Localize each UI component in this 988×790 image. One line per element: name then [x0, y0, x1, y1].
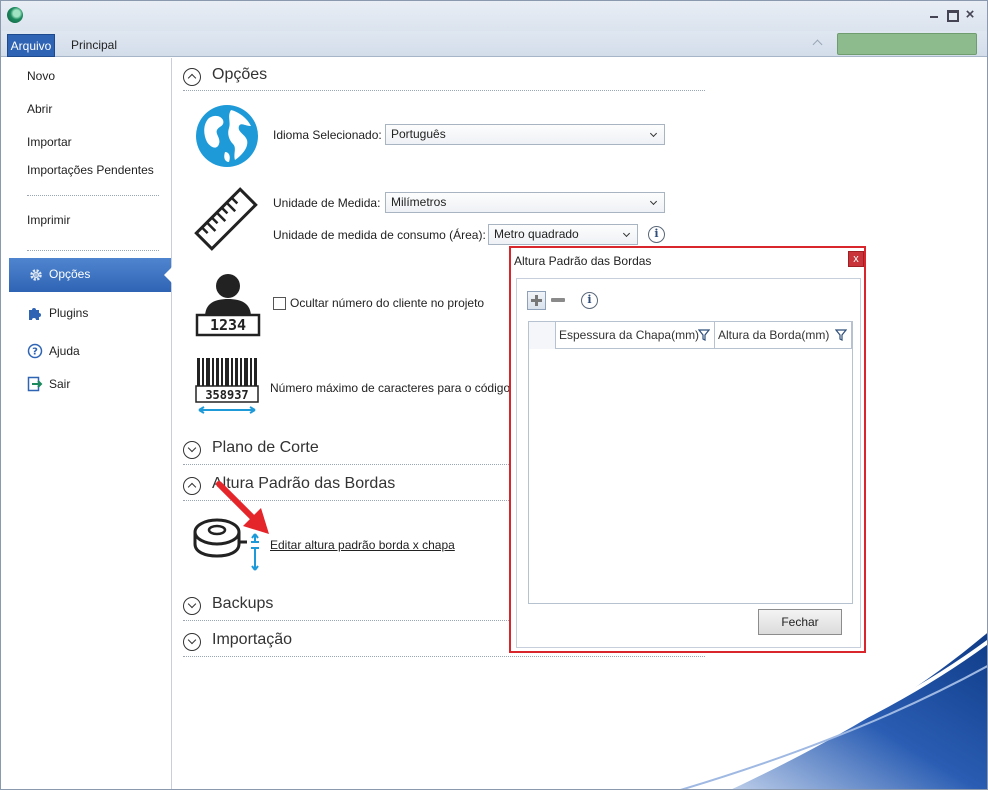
gear-icon: [30, 269, 42, 281]
hide-client-number-checkbox[interactable]: [273, 297, 286, 310]
status-indicator: [837, 33, 977, 55]
collapse-icon: [183, 68, 201, 86]
column-altura[interactable]: Altura da Borda(mm): [715, 322, 852, 349]
chevron-down-icon: [649, 129, 658, 138]
help-icon: ?: [27, 343, 43, 359]
title-bar: ×: [1, 1, 987, 31]
menu-divider: [27, 195, 159, 196]
menu-item-novo[interactable]: Novo: [27, 66, 55, 86]
section-divider: [183, 656, 705, 657]
edge-height-grid[interactable]: Espessura da Chapa(mm) Altura da Borda(m…: [528, 321, 853, 604]
section-title: Backups: [212, 595, 274, 612]
column-label: Altura da Borda(mm): [718, 328, 830, 342]
info-icon[interactable]: i: [581, 292, 598, 309]
section-title: Importação: [212, 631, 293, 648]
minimize-icon[interactable]: [926, 8, 942, 22]
annotation-arrow-icon: [216, 481, 269, 534]
application-window: × Arquivo Principal Novo Abrir Importar …: [0, 0, 988, 790]
section-title: Opções: [212, 66, 268, 83]
chevron-down-icon: [622, 229, 631, 238]
edge-height-dialog: Altura Padrão das Bordas x i Espessura d…: [509, 246, 866, 653]
menu-item-sair[interactable]: Sair: [27, 374, 70, 394]
selected-arrow: [164, 267, 172, 283]
svg-text:?: ?: [32, 347, 38, 358]
dialog-close-button[interactable]: x: [848, 251, 864, 267]
filter-icon[interactable]: [835, 329, 847, 341]
expand-icon: [183, 597, 201, 615]
close-window-button[interactable]: ×: [962, 7, 978, 22]
menu-item-ajuda[interactable]: ? Ajuda: [27, 341, 80, 361]
tab-principal[interactable]: Principal: [65, 34, 123, 57]
menu-item-abrir[interactable]: Abrir: [27, 99, 52, 119]
client-id-badge: 1234: [209, 316, 247, 334]
menu-item-importar[interactable]: Importar: [27, 132, 72, 152]
info-icon[interactable]: i: [648, 226, 665, 243]
measure-select[interactable]: Milímetros: [385, 192, 665, 213]
consumption-label: Unidade de medida de consumo (Área):: [273, 228, 486, 242]
close-button[interactable]: Fechar: [758, 609, 842, 635]
menu-item-importacoes-pendentes[interactable]: Importações Pendentes: [27, 160, 154, 180]
section-divider: [183, 90, 705, 91]
column-label: Espessura da Chapa(mm): [559, 328, 700, 342]
edit-default-edge-height-link[interactable]: Editar altura padrão borda x chapa: [270, 538, 455, 552]
menu-item-label: Ajuda: [49, 344, 80, 358]
collapse-icon: [183, 477, 201, 495]
add-row-button[interactable]: [527, 291, 546, 310]
hide-client-number-label: Ocultar número do cliente no projeto: [290, 296, 485, 310]
consumption-value: Metro quadrado: [494, 227, 579, 241]
column-espessura[interactable]: Espessura da Chapa(mm): [556, 322, 715, 349]
filter-icon[interactable]: [698, 329, 710, 341]
globe-icon: [196, 105, 258, 167]
menu-item-imprimir[interactable]: Imprimir: [27, 210, 70, 230]
barcode-icon: [195, 358, 259, 414]
barcode-max-label: Número máximo de caracteres para o códig…: [270, 381, 511, 395]
language-value: Português: [391, 127, 446, 141]
grid-row-header: [529, 322, 556, 349]
section-title: Plano de Corte: [212, 439, 319, 456]
consumption-select[interactable]: Metro quadrado: [488, 224, 638, 245]
language-select[interactable]: Português: [385, 124, 665, 145]
grid-header: Espessura da Chapa(mm) Altura da Borda(m…: [529, 322, 852, 349]
ribbon-tab-bar: Arquivo Principal: [1, 31, 987, 57]
menu-item-opcoes[interactable]: Opções: [9, 258, 172, 292]
expand-icon: [183, 633, 201, 651]
barcode-digits: 358937: [205, 388, 249, 402]
menu-item-label: Opções: [49, 267, 91, 281]
backstage-menu: Novo Abrir Importar Importações Pendente…: [1, 58, 172, 789]
menu-item-plugins[interactable]: Plugins: [27, 303, 88, 323]
remove-row-button[interactable]: [549, 291, 568, 310]
measure-value: Milímetros: [391, 195, 447, 209]
tab-arquivo[interactable]: Arquivo: [7, 34, 55, 57]
dialog-title: Altura Padrão das Bordas: [514, 254, 652, 268]
language-label: Idioma Selecionado:: [273, 128, 382, 142]
puzzle-icon: [29, 308, 41, 320]
app-logo-icon: [7, 7, 23, 23]
dialog-body: i Espessura da Chapa(mm) Altura da Borda…: [516, 278, 861, 648]
menu-item-label: Plugins: [49, 306, 89, 320]
chevron-down-icon: [649, 197, 658, 206]
measure-label: Unidade de Medida:: [273, 196, 381, 210]
menu-item-label: Sair: [49, 377, 71, 391]
expand-icon: [183, 441, 201, 459]
menu-divider: [27, 250, 159, 251]
maximize-icon[interactable]: [944, 8, 960, 22]
exit-icon: [27, 376, 43, 392]
collapse-ribbon-icon[interactable]: [812, 38, 824, 48]
ruler-icon: [194, 187, 258, 251]
